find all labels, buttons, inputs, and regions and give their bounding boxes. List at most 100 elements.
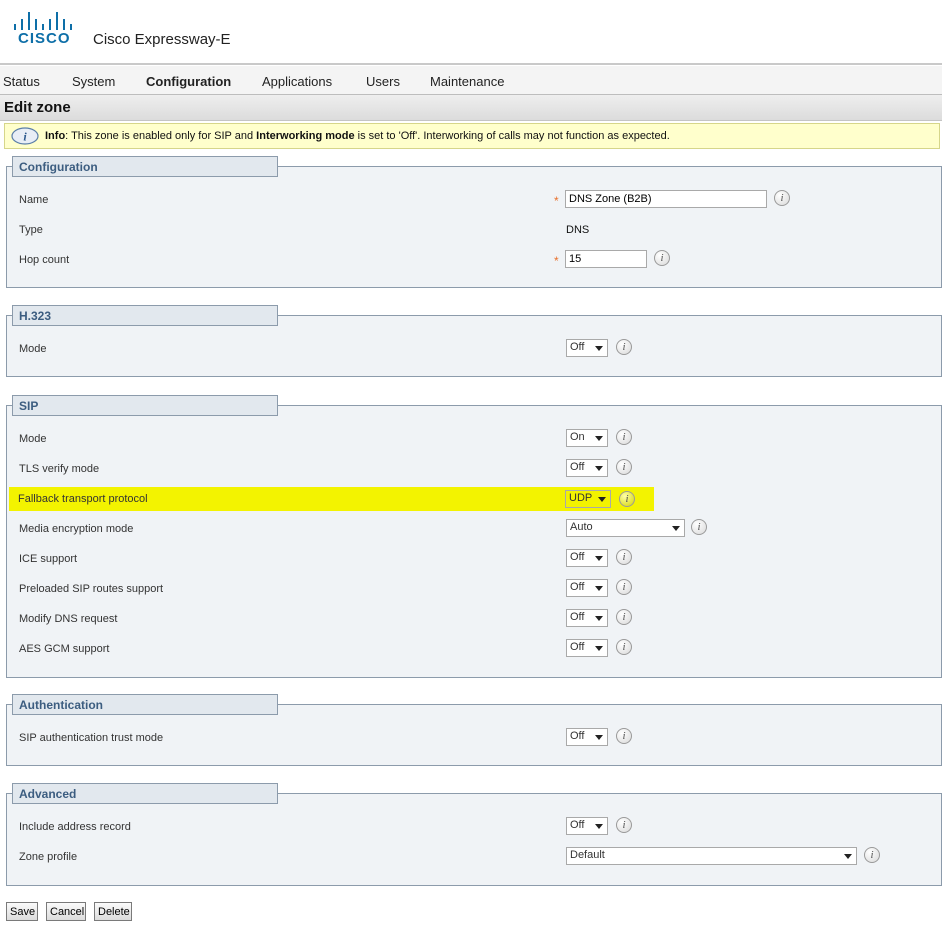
help-icon[interactable]: i xyxy=(774,190,790,206)
cisco-logo-text: CISCO xyxy=(18,30,71,47)
zone-profile-label: Zone profile xyxy=(19,851,78,863)
fallback-transport-select[interactable]: UDP xyxy=(565,490,611,508)
row-modify-dns: Modify DNS request Off i xyxy=(7,608,942,632)
section-sip-header: SIP xyxy=(12,395,278,416)
help-icon[interactable]: i xyxy=(616,579,632,595)
help-icon[interactable]: i xyxy=(616,429,632,445)
media-encryption-label: Media encryption mode xyxy=(19,523,134,535)
info-banner: i Info: This zone is enabled only for SI… xyxy=(4,123,940,149)
chevron-down-icon xyxy=(598,497,606,502)
ice-support-label: ICE support xyxy=(19,553,78,565)
section-advanced: Advanced Include address record Off i Zo… xyxy=(6,783,942,886)
row-name: Name * i xyxy=(7,189,942,213)
help-icon[interactable]: i xyxy=(616,639,632,655)
tls-verify-select[interactable]: Off xyxy=(566,459,608,477)
row-auth-trust: SIP authentication trust mode Off i xyxy=(7,727,942,751)
modify-dns-label: Modify DNS request xyxy=(19,613,118,625)
zone-profile-select[interactable]: Default xyxy=(566,847,857,865)
nav-users[interactable]: Users xyxy=(366,74,400,89)
type-value: DNS xyxy=(566,224,590,236)
name-label: Name xyxy=(19,194,49,206)
cisco-logo-bars xyxy=(14,12,76,30)
help-icon[interactable]: i xyxy=(616,609,632,625)
row-zone-profile: Zone profile Default i xyxy=(7,846,942,870)
required-marker: * xyxy=(554,194,559,208)
row-tls-verify: TLS verify mode Off i xyxy=(7,458,942,482)
preloaded-routes-label: Preloaded SIP routes support xyxy=(19,583,164,595)
info-message: Info: This zone is enabled only for SIP … xyxy=(45,130,670,142)
row-h323-mode: Mode Off i xyxy=(7,338,942,362)
nav-divider xyxy=(0,63,942,65)
auth-trust-select[interactable]: Off xyxy=(566,728,608,746)
chevron-down-icon xyxy=(595,616,603,621)
help-icon[interactable]: i xyxy=(616,817,632,833)
row-aes-gcm: AES GCM support Off i xyxy=(7,638,942,662)
nav-applications[interactable]: Applications xyxy=(262,74,332,89)
title-bar: Edit zone xyxy=(0,95,942,121)
delete-button[interactable]: Delete xyxy=(94,902,132,921)
chevron-down-icon xyxy=(595,556,603,561)
sip-mode-select[interactable]: On xyxy=(566,429,608,447)
media-encryption-select[interactable]: Auto xyxy=(566,519,685,537)
nav-status[interactable]: Status xyxy=(3,74,40,89)
aes-gcm-label: AES GCM support xyxy=(19,643,110,655)
row-ice-support: ICE support Off i xyxy=(7,548,942,572)
chevron-down-icon xyxy=(595,436,603,441)
section-configuration: Configuration Name * i Type DNS Hop coun… xyxy=(6,156,942,288)
include-address-label: Include address record xyxy=(19,821,131,833)
row-media-encryption: Media encryption mode Auto i xyxy=(7,518,942,542)
cancel-button[interactable]: Cancel xyxy=(46,902,86,921)
aes-gcm-select[interactable]: Off xyxy=(566,639,608,657)
info-icon: i xyxy=(11,127,39,145)
preloaded-routes-select[interactable]: Off xyxy=(566,579,608,597)
row-preloaded-routes: Preloaded SIP routes support Off i xyxy=(7,578,942,602)
type-label: Type xyxy=(19,224,43,236)
header: CISCO Cisco Expressway-E xyxy=(0,0,942,64)
nav-configuration[interactable]: Configuration xyxy=(146,74,231,89)
section-h323: H.323 Mode Off i xyxy=(6,305,942,377)
row-include-address: Include address record Off i xyxy=(7,816,942,840)
row-hop-count: Hop count * i xyxy=(7,249,942,273)
help-icon[interactable]: i xyxy=(864,847,880,863)
section-sip: SIP Mode On i TLS verify mode Off i Medi… xyxy=(6,395,942,678)
help-icon[interactable]: i xyxy=(691,519,707,535)
row-type: Type DNS xyxy=(7,219,942,243)
help-icon[interactable]: i xyxy=(619,491,635,507)
auth-trust-label: SIP authentication trust mode xyxy=(19,732,164,744)
chevron-down-icon xyxy=(595,824,603,829)
required-marker: * xyxy=(554,254,559,268)
fallback-transport-label: Fallback transport protocol xyxy=(18,493,148,505)
nav-system[interactable]: System xyxy=(72,74,115,89)
modify-dns-select[interactable]: Off xyxy=(566,609,608,627)
help-icon[interactable]: i xyxy=(654,250,670,266)
section-authentication: Authentication SIP authentication trust … xyxy=(6,694,942,766)
product-name: Cisco Expressway-E xyxy=(93,31,231,48)
nav-maintenance[interactable]: Maintenance xyxy=(430,74,504,89)
main-nav: Status System Configuration Applications… xyxy=(0,66,942,95)
help-icon[interactable]: i xyxy=(616,339,632,355)
page-title: Edit zone xyxy=(4,99,71,116)
highlight-fallback-transport: Fallback transport protocol UDP i xyxy=(9,487,654,511)
row-sip-mode: Mode On i xyxy=(7,428,942,452)
help-icon[interactable]: i xyxy=(616,459,632,475)
ice-support-select[interactable]: Off xyxy=(566,549,608,567)
chevron-down-icon xyxy=(595,735,603,740)
name-input[interactable] xyxy=(565,190,767,208)
h323-mode-label: Mode xyxy=(19,343,47,355)
include-address-select[interactable]: Off xyxy=(566,817,608,835)
chevron-down-icon xyxy=(844,854,852,859)
hop-count-input[interactable] xyxy=(565,250,647,268)
section-advanced-header: Advanced xyxy=(12,783,278,804)
help-icon[interactable]: i xyxy=(616,549,632,565)
section-authentication-header: Authentication xyxy=(12,694,278,715)
sip-mode-label: Mode xyxy=(19,433,47,445)
chevron-down-icon xyxy=(672,526,680,531)
save-button[interactable]: Save xyxy=(6,902,38,921)
section-configuration-header: Configuration xyxy=(12,156,278,177)
tls-verify-label: TLS verify mode xyxy=(19,463,100,475)
section-h323-header: H.323 xyxy=(12,305,278,326)
h323-mode-select[interactable]: Off xyxy=(566,339,608,357)
help-icon[interactable]: i xyxy=(616,728,632,744)
hop-count-label: Hop count xyxy=(19,254,70,266)
chevron-down-icon xyxy=(595,466,603,471)
